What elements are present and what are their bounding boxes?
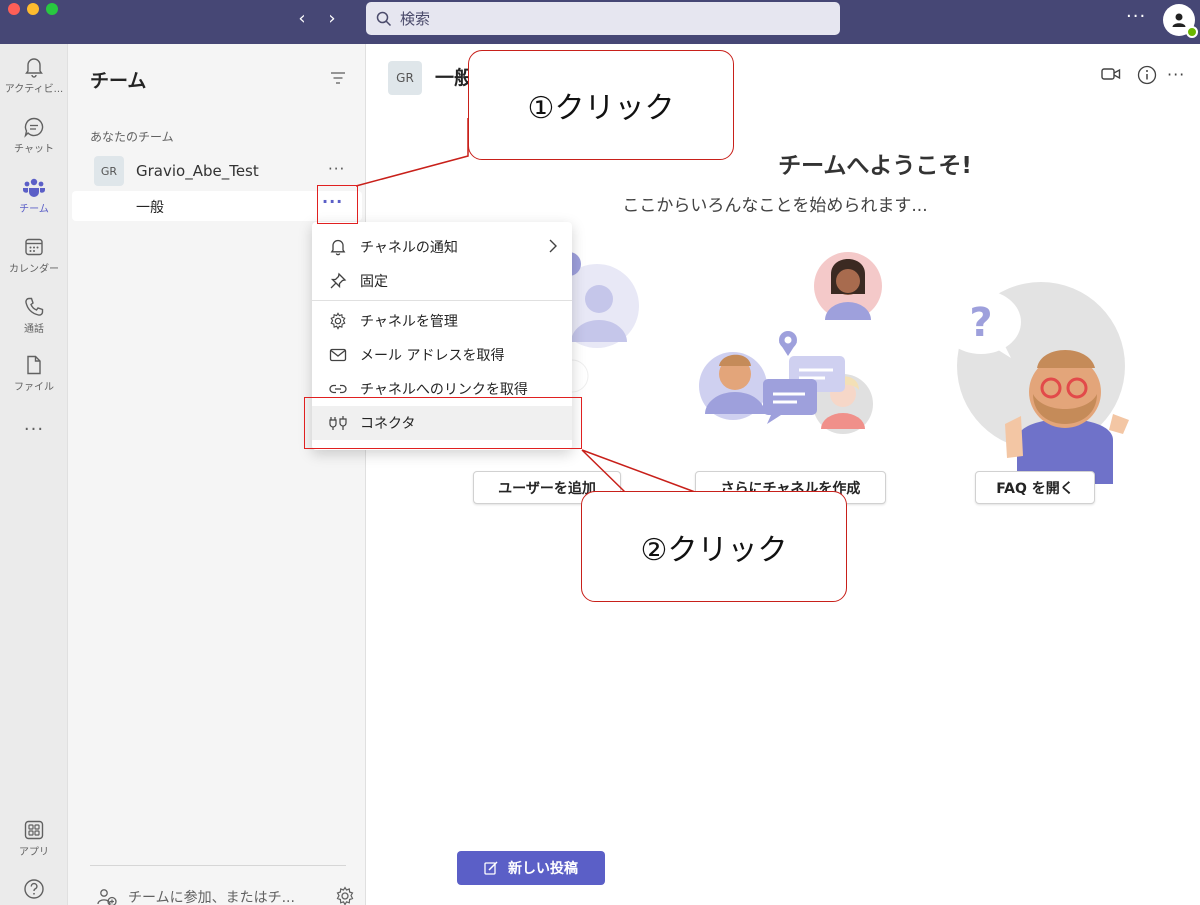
highlight-channel-more bbox=[317, 185, 358, 224]
highlight-connectors bbox=[304, 397, 582, 449]
callout-step-1: ①クリック bbox=[468, 50, 734, 160]
callout-step-2: ②クリック bbox=[581, 491, 847, 602]
